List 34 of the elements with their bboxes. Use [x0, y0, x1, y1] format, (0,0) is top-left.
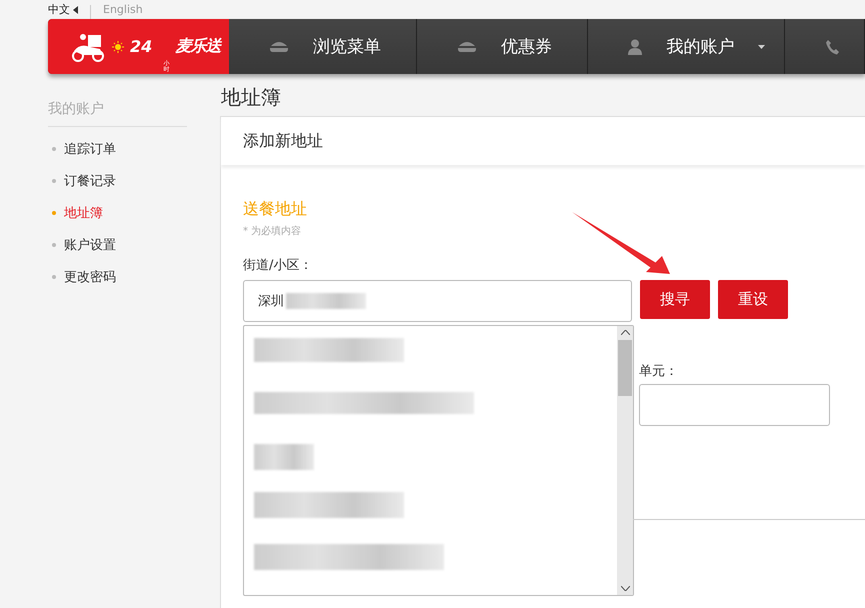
sidebar-item[interactable]: 地址簿: [48, 197, 220, 229]
page-title: 地址簿: [221, 84, 282, 111]
language-link[interactable]: 中文: [48, 4, 78, 16]
suggestion-list[interactable]: [243, 325, 634, 596]
sidebar-title: 我的账户: [48, 100, 187, 127]
caret-icon: [73, 6, 78, 14]
phone-icon: [825, 38, 840, 54]
scroll-down-icon: [620, 586, 630, 591]
scroll-thumb[interactable]: [618, 340, 632, 396]
user-icon: [628, 38, 642, 54]
section-title: 送餐地址: [243, 199, 308, 220]
field-value: 深圳: [258, 293, 284, 310]
scrollbar[interactable]: [617, 326, 633, 595]
sidebar-item[interactable]: 更改密码: [48, 261, 220, 293]
burger-icon: [268, 40, 289, 52]
form-button[interactable]: 重设: [718, 280, 788, 319]
sidebar-item[interactable]: 账户设置: [48, 229, 220, 261]
card-title: 添加新地址: [221, 116, 865, 165]
blurred-text: [254, 444, 314, 470]
field-label: 单元：: [639, 363, 679, 380]
nav-item[interactable]: 浏览菜单: [228, 19, 418, 74]
sidebar-item[interactable]: 订餐记录: [48, 165, 220, 197]
sidebar-item[interactable]: 追踪订单: [48, 133, 220, 165]
nav-item[interactable]: 我的账户: [588, 19, 786, 74]
burger-icon: [457, 40, 478, 52]
nav-item[interactable]: 优惠券: [417, 19, 588, 74]
form-button[interactable]: 搜寻: [640, 280, 710, 319]
field-label: 街道/小区：: [243, 257, 314, 274]
street-input-field[interactable]: 深圳: [243, 280, 632, 322]
sun-icon: [112, 40, 124, 52]
caret-icon: [758, 44, 766, 48]
unit-input-field[interactable]: [639, 384, 830, 426]
required-note: * 为必填内容: [243, 224, 302, 238]
scroll-up-icon: [620, 330, 630, 335]
